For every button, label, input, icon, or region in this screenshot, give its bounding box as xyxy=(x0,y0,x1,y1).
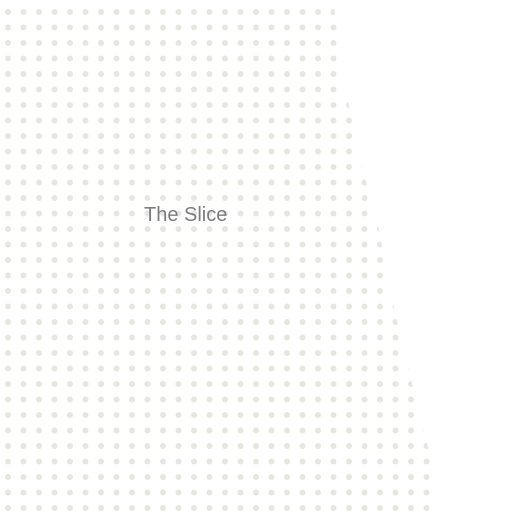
map-view[interactable]: The Slice xyxy=(0,0,512,512)
dotted-land-area xyxy=(0,0,512,512)
